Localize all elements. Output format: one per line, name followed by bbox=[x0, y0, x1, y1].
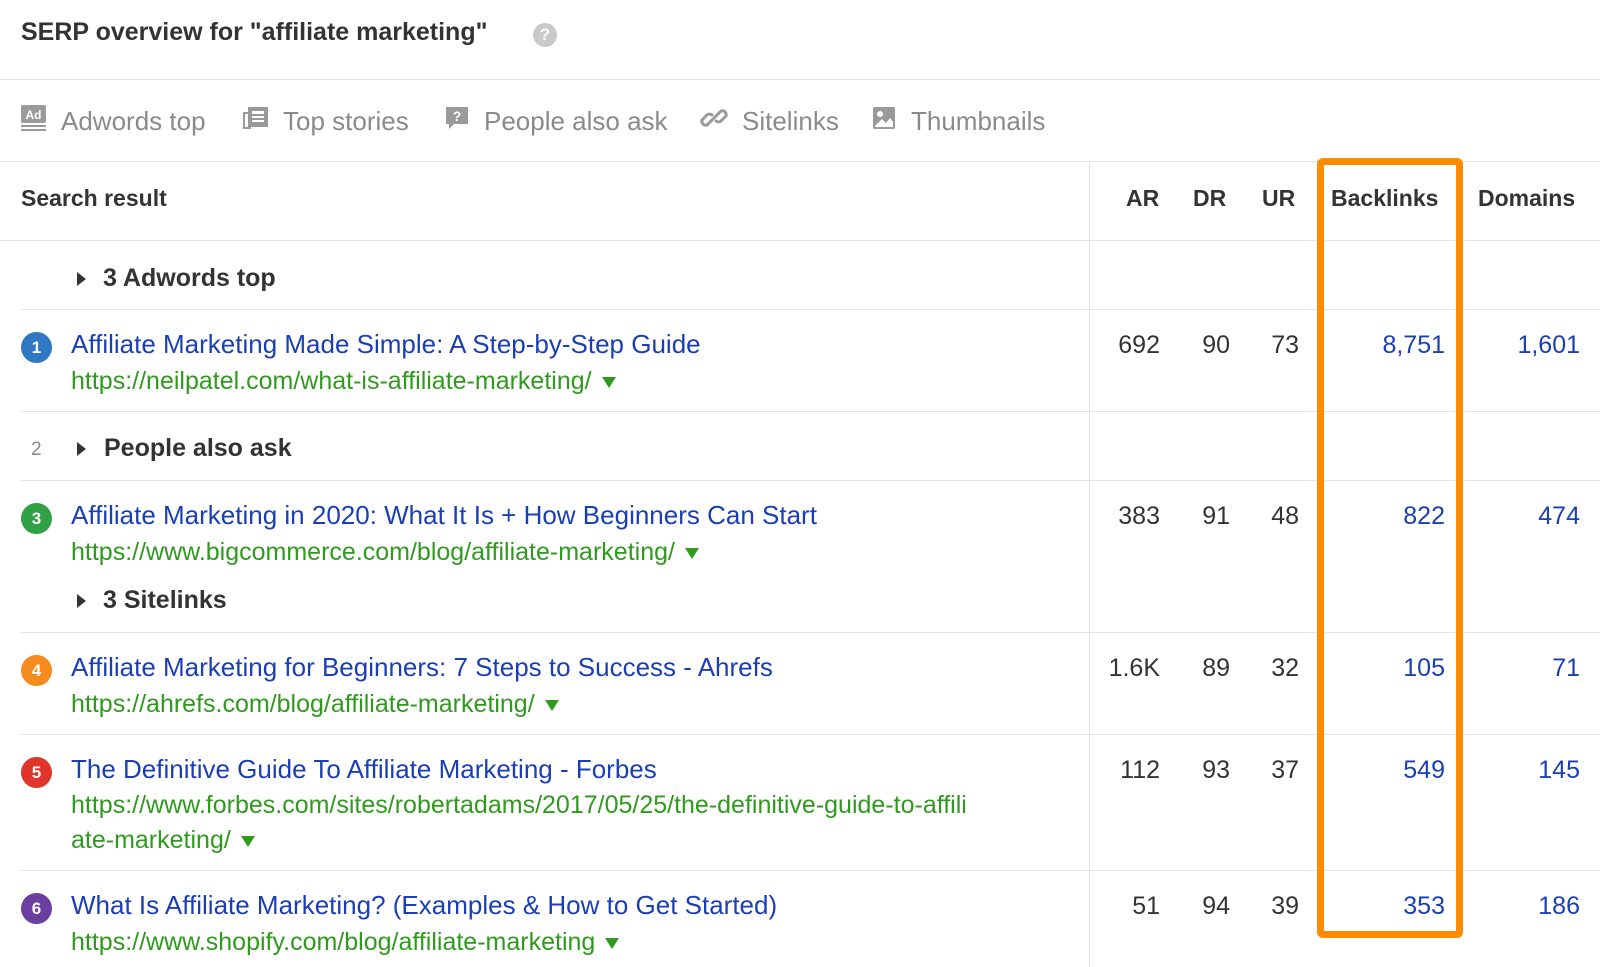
ar-value: 51 bbox=[1132, 892, 1160, 920]
domains-link[interactable]: 71 bbox=[1552, 654, 1580, 683]
backlinks-highlight-box bbox=[1317, 158, 1463, 938]
dr-value: 93 bbox=[1202, 756, 1230, 784]
result-title-link[interactable]: What Is Affiliate Marketing? (Examples &… bbox=[71, 890, 777, 921]
help-icon[interactable]: ? bbox=[533, 23, 557, 47]
divider bbox=[0, 79, 1600, 80]
group-people-also-ask[interactable]: People also ask bbox=[104, 434, 292, 463]
dr-value: 90 bbox=[1202, 331, 1230, 359]
svg-text:Ad: Ad bbox=[26, 108, 42, 122]
feature-sitelinks[interactable]: Sitelinks bbox=[700, 104, 839, 138]
col-ur[interactable]: UR bbox=[1262, 185, 1295, 212]
url-text: https://www.forbes.com/sites/robertadams… bbox=[71, 791, 967, 819]
domains-link[interactable]: 474 bbox=[1538, 502, 1580, 531]
url-text: https://ahrefs.com/blog/affiliate-market… bbox=[71, 690, 535, 718]
result-url[interactable]: https://www.forbes.com/sites/robertadams… bbox=[71, 788, 967, 822]
result-url[interactable]: https://ahrefs.com/blog/affiliate-market… bbox=[71, 687, 559, 721]
caret-down-icon[interactable] bbox=[240, 835, 255, 847]
result-title-link[interactable]: Affiliate Marketing Made Simple: A Step-… bbox=[71, 329, 701, 360]
expand-icon[interactable] bbox=[77, 272, 86, 286]
feature-top-stories[interactable]: Top stories bbox=[243, 104, 409, 138]
result-url[interactable]: https://www.bigcommerce.com/blog/affilia… bbox=[71, 535, 699, 569]
dr-value: 89 bbox=[1202, 654, 1230, 682]
ur-value: 37 bbox=[1271, 756, 1299, 784]
ad-icon: Ad bbox=[20, 104, 47, 138]
feature-adwords-top[interactable]: Ad Adwords top bbox=[20, 104, 206, 138]
result-title-link[interactable]: The Definitive Guide To Affiliate Market… bbox=[71, 754, 657, 785]
domains-link[interactable]: 145 bbox=[1538, 756, 1580, 785]
feature-people-also-ask[interactable]: ? People also ask bbox=[444, 104, 668, 138]
question-icon: ? bbox=[444, 105, 470, 138]
column-divider bbox=[1089, 162, 1090, 967]
position-badge: 1 bbox=[21, 332, 52, 363]
position-number: 2 bbox=[31, 439, 42, 460]
feature-label: Adwords top bbox=[61, 105, 206, 136]
url-text: https://www.bigcommerce.com/blog/affilia… bbox=[71, 538, 675, 566]
url-text: ate-marketing/ bbox=[71, 826, 231, 854]
link-icon bbox=[700, 104, 728, 139]
domains-link[interactable]: 1,601 bbox=[1517, 331, 1580, 360]
image-icon bbox=[871, 105, 897, 138]
ar-value: 1.6K bbox=[1108, 654, 1160, 682]
dr-value: 91 bbox=[1202, 502, 1230, 530]
news-icon bbox=[243, 106, 269, 137]
ur-value: 48 bbox=[1271, 502, 1299, 530]
svg-text:?: ? bbox=[453, 108, 462, 124]
group-adwords-top[interactable]: 3 Adwords top bbox=[103, 264, 276, 293]
url-text: https://www.shopify.com/blog/affiliate-m… bbox=[71, 928, 596, 956]
col-dr[interactable]: DR bbox=[1193, 185, 1226, 212]
result-url[interactable]: https://neilpatel.com/what-is-affiliate-… bbox=[71, 364, 616, 398]
ar-value: 112 bbox=[1120, 756, 1160, 784]
ar-value: 692 bbox=[1118, 331, 1160, 359]
position-badge: 4 bbox=[21, 655, 52, 686]
result-url[interactable]: https://www.shopify.com/blog/affiliate-m… bbox=[71, 925, 620, 959]
dr-value: 94 bbox=[1202, 892, 1230, 920]
ar-value: 383 bbox=[1118, 502, 1160, 530]
caret-down-icon[interactable] bbox=[684, 547, 699, 559]
ur-value: 39 bbox=[1271, 892, 1299, 920]
ur-value: 32 bbox=[1271, 654, 1299, 682]
url-text: https://neilpatel.com/what-is-affiliate-… bbox=[71, 367, 592, 395]
feature-label: Sitelinks bbox=[742, 105, 839, 136]
col-domains[interactable]: Domains bbox=[1478, 185, 1575, 212]
feature-thumbnails[interactable]: Thumbnails bbox=[871, 104, 1045, 138]
expand-icon[interactable] bbox=[77, 442, 86, 456]
result-url-continued[interactable]: ate-marketing/ bbox=[71, 823, 255, 857]
position-badge: 5 bbox=[21, 757, 52, 788]
feature-label: People also ask bbox=[484, 105, 668, 136]
position-badge: 3 bbox=[21, 503, 52, 534]
caret-down-icon[interactable] bbox=[605, 937, 620, 949]
ur-value: 73 bbox=[1271, 331, 1299, 359]
col-search-result[interactable]: Search result bbox=[21, 185, 167, 212]
feature-label: Thumbnails bbox=[911, 105, 1046, 136]
feature-label: Top stories bbox=[283, 105, 409, 136]
col-ar[interactable]: AR bbox=[1126, 185, 1159, 212]
page-title: SERP overview for "affiliate marketing" bbox=[21, 18, 488, 46]
caret-down-icon[interactable] bbox=[544, 699, 559, 711]
position-badge: 6 bbox=[21, 893, 52, 924]
group-sitelinks[interactable]: 3 Sitelinks bbox=[103, 586, 227, 615]
expand-icon[interactable] bbox=[77, 594, 86, 608]
domains-link[interactable]: 186 bbox=[1538, 892, 1580, 921]
result-title-link[interactable]: Affiliate Marketing for Beginners: 7 Ste… bbox=[71, 652, 773, 683]
caret-down-icon[interactable] bbox=[601, 376, 616, 388]
result-title-link[interactable]: Affiliate Marketing in 2020: What It Is … bbox=[71, 500, 817, 531]
